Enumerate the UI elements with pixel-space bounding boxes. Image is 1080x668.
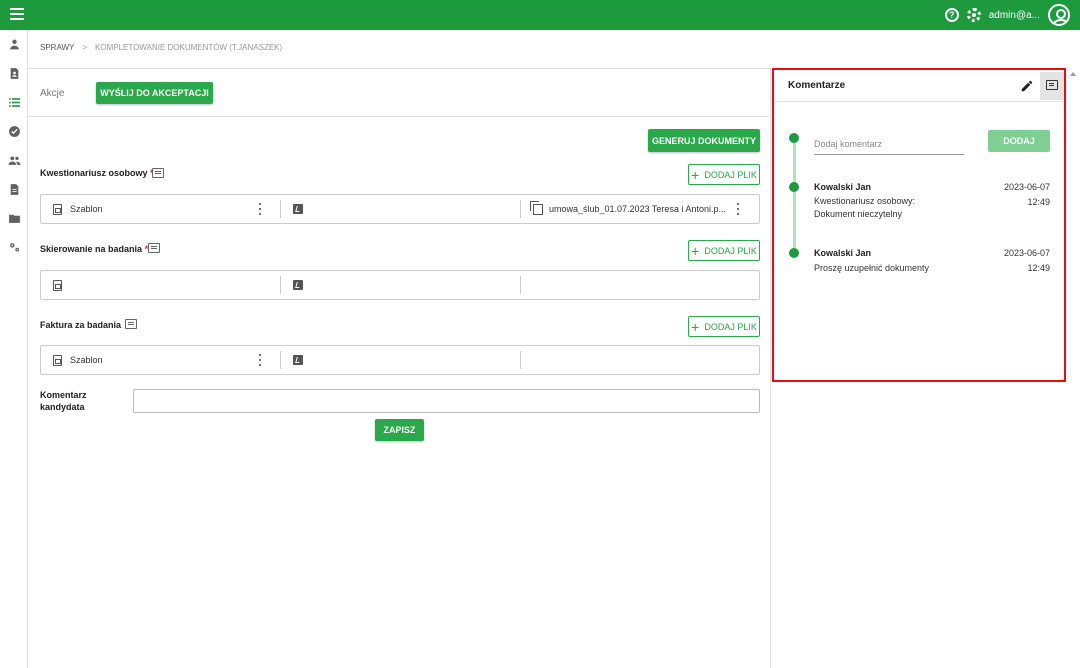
sidebar-item-contact-document[interactable] — [0, 59, 28, 88]
template-cell[interactable]: Szablon — [53, 195, 103, 223]
add-file-button[interactable]: + DODAJ PLIK — [688, 316, 760, 337]
sidebar-item-folder[interactable] — [0, 204, 28, 233]
person-icon — [9, 39, 19, 50]
breadcrumb-root[interactable]: SPRAWY — [40, 43, 74, 52]
comments-tab[interactable] — [1040, 72, 1064, 100]
more-vert-icon[interactable] — [258, 203, 262, 215]
sidebar-item-settings[interactable] — [0, 233, 28, 262]
timeline-dot — [789, 248, 799, 258]
sidebar-item-people[interactable] — [0, 146, 28, 175]
uploaded-file-cell[interactable]: umowa_ślub_01.07.2023 Teresa i Antoni.p.… — [530, 195, 726, 223]
document-row — [40, 270, 760, 300]
comment-icon[interactable] — [152, 168, 164, 178]
pdf-cell[interactable] — [293, 195, 303, 223]
more-vert-icon[interactable] — [736, 203, 740, 215]
add-file-button[interactable]: + DODAJ PLIK — [688, 240, 760, 261]
timeline-line — [793, 138, 796, 252]
account-circle-icon[interactable] — [1048, 4, 1070, 26]
pdf-icon — [293, 204, 303, 214]
pdf-cell[interactable] — [293, 346, 303, 374]
pdf-cell[interactable] — [293, 271, 303, 299]
pencil-icon[interactable] — [1020, 79, 1034, 93]
comment-timestamp: 2023-06-07 12:49 — [1004, 247, 1050, 275]
document-row: Szablon umowa_ślub_01.07.2023 Teresa i A… — [40, 194, 760, 224]
comments-panel: Komentarze Dodaj komentarz DODAJ Kowalsk… — [772, 68, 1066, 382]
divider — [28, 68, 770, 69]
comment-text: Kwestionariusz osobowy: Dokument nieczyt… — [814, 196, 916, 219]
actions-label: Akcje — [40, 88, 65, 99]
divider — [280, 351, 281, 369]
divider — [28, 116, 770, 117]
more-vert-icon[interactable] — [258, 354, 262, 366]
timeline-dot — [789, 182, 799, 192]
comments-panel-header: Komentarze — [774, 70, 1064, 102]
comment-date: 2023-06-07 — [1003, 248, 1050, 258]
menu-icon[interactable] — [10, 8, 24, 20]
comment-icon[interactable] — [125, 319, 137, 329]
candidate-comment-input[interactable] — [133, 389, 760, 413]
settings-cogs-icon — [9, 243, 19, 252]
sidebar-item-check[interactable] — [0, 117, 28, 146]
plus-icon: + — [691, 318, 700, 335]
comment-icon[interactable] — [148, 243, 160, 253]
divider — [520, 200, 521, 218]
breadcrumb-separator: > — [82, 43, 88, 52]
check-circle-icon — [8, 126, 20, 137]
save-button[interactable]: ZAPISZ — [375, 419, 424, 441]
generate-documents-button[interactable]: GENERUJ DOKUMENTY — [648, 129, 760, 152]
comments-title: Komentarze — [788, 80, 846, 91]
file-copy-icon — [530, 200, 543, 215]
sidebar-item-list[interactable] — [0, 88, 28, 117]
candidate-comment-label: Komentarz kandydata — [40, 390, 87, 412]
breadcrumb: SPRAWY > KOMPLETOWANIE DOKUMENTÓW (T.JAN… — [40, 43, 282, 52]
document-icon — [10, 184, 18, 195]
sidebar-item-person[interactable] — [0, 30, 28, 59]
template-cell[interactable] — [53, 271, 70, 299]
contact-document-icon — [10, 68, 18, 79]
document-title: Skierowanie na badania * — [40, 244, 149, 254]
file-icon — [53, 203, 62, 215]
top-app-bar: ? admin@a... — [0, 0, 1080, 30]
divider — [280, 276, 281, 294]
help-circle-icon[interactable]: ? — [944, 8, 959, 22]
document-title: Kwestionariusz osobowy * — [40, 168, 154, 178]
plus-icon: + — [691, 242, 700, 259]
template-cell[interactable]: Szablon — [53, 346, 103, 374]
pdf-icon — [293, 355, 303, 365]
plus-icon: + — [691, 166, 700, 183]
add-file-button[interactable]: + DODAJ PLIK — [688, 164, 760, 185]
send-for-approval-button[interactable]: WYŚLIJ DO AKCEPTACJI — [96, 82, 213, 104]
comment-author: Kowalski Jan — [814, 182, 872, 192]
comment-time: 12:49 — [1027, 197, 1050, 207]
sidebar-item-document[interactable] — [0, 175, 28, 204]
comment-timestamp: 2023-06-07 12:49 — [1004, 181, 1050, 209]
user-name[interactable]: admin@a... — [989, 10, 1040, 21]
breadcrumb-current: KOMPLETOWANIE DOKUMENTÓW (T.JANASZEK) — [95, 43, 283, 52]
pdf-icon — [293, 280, 303, 290]
divider — [280, 200, 281, 218]
add-comment-button[interactable]: DODAJ — [988, 130, 1050, 152]
comment-text: Proszę uzupełnić dokumenty — [814, 263, 930, 273]
people-icon — [8, 156, 20, 165]
document-row: Szablon — [40, 345, 760, 375]
add-comment-input[interactable]: Dodaj komentarz — [814, 133, 964, 155]
file-icon — [53, 354, 62, 366]
sidebar-nav — [0, 30, 28, 668]
panel-divider — [770, 68, 771, 668]
scroll-up-icon[interactable] — [1070, 72, 1076, 76]
topbar-actions: ? admin@a... — [944, 3, 1070, 27]
document-title: Faktura za badania — [40, 320, 122, 330]
timeline-dot — [789, 133, 799, 143]
comment-time: 12:49 — [1027, 263, 1050, 273]
gear-icon[interactable] — [966, 8, 981, 22]
comment-date: 2023-06-07 — [1003, 182, 1050, 192]
folder-icon — [8, 214, 20, 223]
divider — [520, 351, 521, 369]
comment-icon — [1046, 80, 1058, 90]
divider — [520, 276, 521, 294]
comment-author: Kowalski Jan — [814, 248, 872, 258]
list-icon — [8, 98, 20, 107]
file-icon — [53, 279, 62, 291]
